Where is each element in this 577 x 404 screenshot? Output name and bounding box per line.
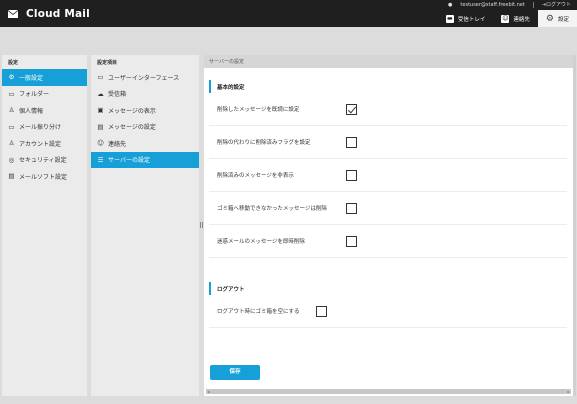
setting-label: ゴミ箱へ移動できなかったメッセージは削除 xyxy=(217,206,327,212)
sidebar-item-filters[interactable]: ▭ メール振り分け xyxy=(2,119,87,136)
setting-row: 迷惑メールのメッセージを即時削除 xyxy=(209,225,567,258)
user-icon: ● xyxy=(448,1,453,8)
nav-inbox-label: 受信トレイ xyxy=(457,16,486,23)
section-item-inbox[interactable]: ☁ 受信箱 xyxy=(91,86,199,103)
sidebar-item-folders[interactable]: ▭ フォルダー xyxy=(2,86,87,103)
empty-trash-on-logout-checkbox[interactable] xyxy=(316,306,327,317)
vertical-scrollbar[interactable] xyxy=(573,55,576,396)
nav-settings-label: 設定 xyxy=(557,16,569,23)
save-button[interactable]: 保存 xyxy=(210,365,260,380)
panel-resize-handle[interactable] xyxy=(200,222,203,228)
contacts-icon: ☺ xyxy=(97,139,104,147)
nav-inbox[interactable]: ▬ 受信トレイ xyxy=(438,10,494,27)
shield-icon: ◎ xyxy=(8,155,15,164)
sidebar-item-account[interactable]: ♙ アカウント設定 xyxy=(2,135,87,152)
section-item-label: サーバーの設定 xyxy=(108,157,150,165)
delete-if-trash-fails-checkbox[interactable] xyxy=(346,203,357,214)
divider xyxy=(532,1,534,8)
filter-folder-icon: ▭ xyxy=(8,122,15,131)
section-item-label: メッセージの表示 xyxy=(108,107,156,115)
setting-row: 削除したメッセージを既読に設定 xyxy=(209,93,567,126)
sidebar-item-label: 一般設定 xyxy=(19,74,44,82)
sidebar-item-mail-client[interactable]: ▤ メールソフト設定 xyxy=(2,168,87,185)
mark-read-on-delete-checkbox[interactable] xyxy=(346,104,357,115)
setting-label: ログアウト時にゴミ箱を空にする xyxy=(217,309,300,315)
section-item-label: メッセージの設定 xyxy=(108,124,156,132)
setting-label: 迷惑メールのメッセージを即時削除 xyxy=(217,239,305,245)
folder-icon: ▭ xyxy=(8,89,15,98)
cloud-inbox-icon: ☁ xyxy=(97,89,104,98)
scroll-left-icon[interactable]: ◂ xyxy=(206,389,211,394)
section-item-label: ユーザーインターフェース xyxy=(108,74,180,82)
sidebar-item-label: メールソフト設定 xyxy=(19,173,68,181)
sidebar-item-label: メール振り分け xyxy=(19,124,62,132)
setting-row: ゴミ箱へ移動できなかったメッセージは削除 xyxy=(209,192,567,225)
message-settings-icon: ▤ xyxy=(97,122,104,131)
section-title: 基本的設定 xyxy=(209,80,567,93)
logout-section: ログアウト ログアウト時にゴミ箱を空にする xyxy=(209,282,567,328)
app-logo[interactable]: Cloud Mail xyxy=(6,8,90,20)
panel-title: 設定 xyxy=(8,60,19,66)
inbox-icon: ▬ xyxy=(445,14,454,23)
settings-category-panel: 設定 ⚙ 一般設定 ▭ フォルダー ♙ 個人情報 ▭ メール振り分け ♙ アカウ… xyxy=(2,55,87,396)
account-icon: ♙ xyxy=(8,139,15,147)
nav-settings[interactable]: ⚙ 設定 xyxy=(537,10,577,27)
sidebar-item-label: 個人情報 xyxy=(19,107,44,115)
sidebar-item-general[interactable]: ⚙ 一般設定 xyxy=(2,69,87,86)
person-icon: ♙ xyxy=(8,106,15,114)
basic-settings-section: 基本的設定 削除したメッセージを既読に設定 削除の代わりに削除済みフラグを設定 … xyxy=(209,80,567,258)
gear-icon: ⚙ xyxy=(8,73,15,81)
section-item-ui[interactable]: ▭ ユーザーインターフェース xyxy=(91,69,199,86)
top-bar: Cloud Mail ● testuser@staff.freebit.net … xyxy=(0,0,577,27)
setting-row: ログアウト時にゴミ箱を空にする xyxy=(209,295,567,328)
section-item-label: 連絡先 xyxy=(108,140,127,148)
cloud-mail-logo-icon xyxy=(8,10,18,18)
app-name: Cloud Mail xyxy=(26,8,90,20)
logout-label: ログアウト xyxy=(545,2,571,8)
setting-row: 削除の代わりに削除済みフラグを設定 xyxy=(209,126,567,159)
main-nav: ▬ 受信トレイ ☺ 連絡先 ⚙ 設定 xyxy=(438,10,577,27)
logout-link[interactable]: ⇥ログアウト xyxy=(542,1,571,8)
setting-label: 削除したメッセージを既読に設定 xyxy=(217,107,300,113)
contacts-icon: ☺ xyxy=(501,14,510,23)
sidebar-item-label: アカウント設定 xyxy=(19,140,62,148)
user-email: testuser@staff.freebit.net xyxy=(460,1,525,8)
content-header: サーバーの設定 xyxy=(204,55,573,68)
setting-label: 削除の代わりに削除済みフラグを設定 xyxy=(217,140,311,146)
setting-label: 削除済みのメッセージを非表示 xyxy=(217,173,294,179)
settings-content: サーバーの設定 基本的設定 削除したメッセージを既読に設定 削除の代わりに削除済… xyxy=(204,55,573,396)
mail-client-icon: ▤ xyxy=(8,172,15,180)
sidebar-item-security[interactable]: ◎ セキュリティ設定 xyxy=(2,152,87,169)
section-item-message-view[interactable]: ▣ メッセージの表示 xyxy=(91,102,199,119)
flag-deleted-checkbox[interactable] xyxy=(346,137,357,148)
nav-contacts[interactable]: ☺ 連絡先 xyxy=(493,10,538,27)
scroll-right-icon[interactable]: ▸ xyxy=(566,389,571,394)
settings-section-panel: 設定項目 ▭ ユーザーインターフェース ☁ 受信箱 ▣ メッセージの表示 ▤ メ… xyxy=(91,55,199,396)
section-item-server[interactable]: ☰ サーバーの設定 xyxy=(91,151,199,168)
sidebar-item-label: セキュリティ設定 xyxy=(19,157,67,165)
gear-icon: ⚙ xyxy=(545,13,554,24)
setting-row: 削除済みのメッセージを非表示 xyxy=(209,159,567,192)
hide-deleted-checkbox[interactable] xyxy=(346,170,357,181)
horizontal-scrollbar[interactable]: ◂ ▸ xyxy=(206,389,571,394)
sidebar-item-label: フォルダー xyxy=(19,91,50,99)
section-item-label: 受信箱 xyxy=(108,91,127,99)
section-item-message-settings[interactable]: ▤ メッセージの設定 xyxy=(91,119,199,136)
section-item-contacts[interactable]: ☺ 連絡先 xyxy=(91,135,199,152)
section-title: ログアウト xyxy=(209,282,567,295)
message-view-icon: ▣ xyxy=(97,106,104,114)
user-info: ● testuser@staff.freebit.net ⇥ログアウト xyxy=(448,1,571,8)
monitor-icon: ▭ xyxy=(97,73,104,81)
server-icon: ☰ xyxy=(97,155,104,164)
sidebar-item-personal-info[interactable]: ♙ 個人情報 xyxy=(2,102,87,119)
nav-contacts-label: 連絡先 xyxy=(513,16,530,23)
panel-title: 設定項目 xyxy=(97,60,118,66)
delete-spam-immediately-checkbox[interactable] xyxy=(346,236,357,247)
